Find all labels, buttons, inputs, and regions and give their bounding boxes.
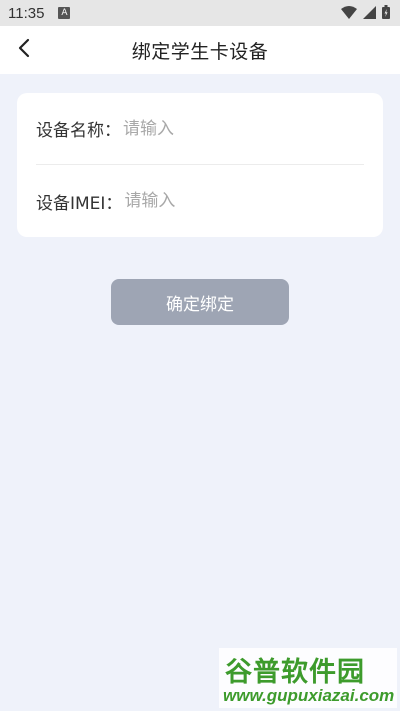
wifi-icon [341,4,357,23]
signal-icon [363,4,376,23]
status-icons [341,4,390,23]
a-notification-icon: A [58,7,71,19]
page-title: 绑定学生卡设备 [131,40,269,63]
device-name-row: 设备名称： [36,93,364,165]
navigation-bar: 绑定学生卡设备 [0,26,400,74]
bind-device-form: 设备名称： 设备IMEI： [17,93,383,237]
status-time: 11:35 [8,4,45,22]
status-bar: 11:35 A [0,0,400,26]
device-imei-row: 设备IMEI： [36,165,364,237]
confirm-bind-button[interactable]: 确定绑定 [111,279,289,325]
device-imei-label: 设备IMEI： [36,193,123,214]
battery-icon [382,4,390,23]
watermark-logo: 谷普软件园 www.gupuxiazai.com [219,648,397,708]
device-imei-input[interactable] [124,191,364,211]
device-name-label: 设备名称： [36,121,121,141]
device-name-input[interactable] [123,118,364,139]
watermark-title: 谷普软件园 [225,657,365,688]
back-button[interactable] [10,36,38,64]
watermark-url: www.gupuxiazai.com [223,686,395,705]
chevron-left-icon [17,38,31,62]
